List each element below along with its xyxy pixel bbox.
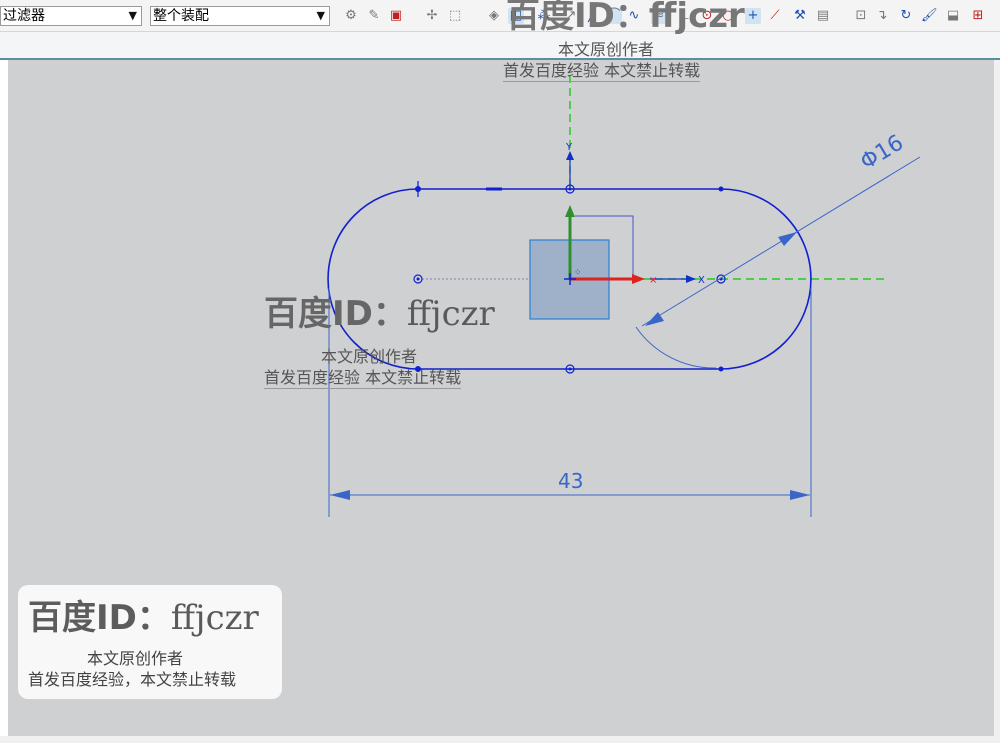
length-arrowhead <box>790 490 810 500</box>
length-dimension-text[interactable]: 43 <box>558 469 583 493</box>
sketch-point[interactable] <box>568 367 572 371</box>
arc-center-point[interactable] <box>416 277 420 281</box>
sketch-x-arrowhead <box>686 275 696 283</box>
watermark-id-name: ffjczr <box>406 294 495 334</box>
watermark-bottom-id: 百度ID：ffjczr <box>28 590 259 639</box>
z-axis-arrowhead <box>565 205 575 217</box>
watermark-top-line2: 首发百度经验 本文禁止转载 <box>503 57 701 82</box>
watermark-middle-id: 百度ID：ffjczr <box>264 286 495 335</box>
sketch-point[interactable] <box>718 366 724 372</box>
watermark-middle-line2: 首发百度经验 本文禁止转载 <box>264 364 462 389</box>
csys-origin-label: ⁘ <box>574 268 582 278</box>
watermark-id-prefix: 百度ID： <box>264 294 407 334</box>
watermark-id-name: ffjczr <box>170 598 259 638</box>
x-axis-arrowhead <box>632 274 645 284</box>
sketch-point[interactable] <box>718 186 724 192</box>
diameter-witness-arc <box>635 326 717 369</box>
diameter-dimension-text[interactable]: Φ16 <box>856 130 908 175</box>
watermark-top-id: 百度ID：ffjczr <box>506 0 745 37</box>
watermark-id-text: 百度ID：ffjczr <box>506 0 745 36</box>
diameter-arrowhead <box>778 232 797 246</box>
length-arrowhead <box>330 490 350 500</box>
watermark-id-prefix: 百度ID： <box>28 598 171 638</box>
y-axis-label: Y <box>565 142 573 153</box>
x-mark-icon: × <box>649 275 657 286</box>
watermark-bottom-line2: 首发百度经验，本文禁止转载 <box>28 670 237 689</box>
x-axis-label: X <box>698 275 705 286</box>
